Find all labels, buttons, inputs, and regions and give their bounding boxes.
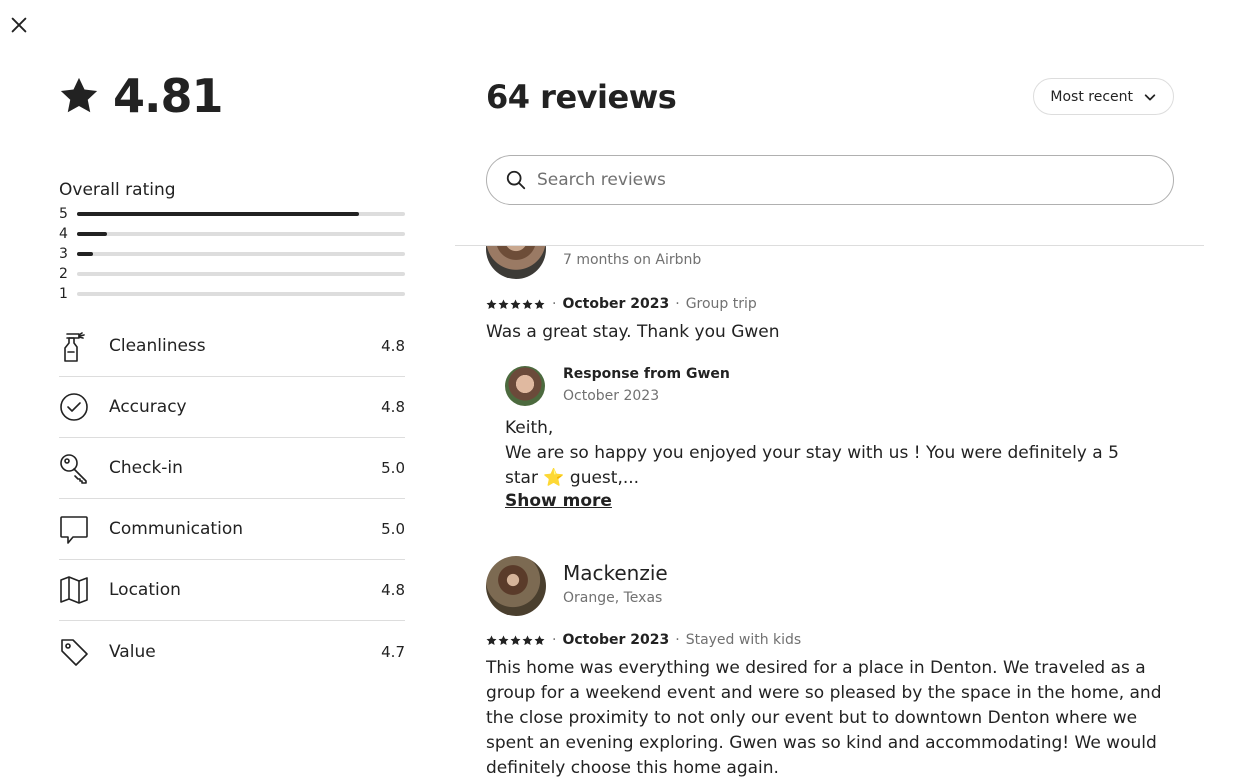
star-icon — [510, 299, 521, 309]
category-label: Communication — [109, 519, 243, 539]
close-icon — [11, 17, 27, 33]
separator-dot: · — [552, 632, 557, 648]
distribution-row: 2 — [59, 264, 405, 284]
review-meta: · October 2023 · Stayed with kids — [486, 632, 801, 648]
close-button[interactable] — [8, 14, 30, 36]
spray-bottle-icon — [59, 329, 89, 363]
host-avatar[interactable] — [505, 366, 545, 406]
chevron-down-icon — [1144, 93, 1156, 100]
distribution-star-count: 5 — [59, 206, 68, 222]
review-date: October 2023 — [562, 632, 670, 648]
review-stars — [486, 299, 546, 310]
star-icon — [486, 635, 497, 645]
category-value: 4.8 — [381, 398, 405, 416]
map-icon — [59, 573, 89, 607]
star-icon — [498, 635, 509, 645]
category-label: Location — [109, 580, 181, 600]
search-box — [486, 155, 1174, 205]
star-icon — [522, 635, 533, 645]
reviews-list[interactable]: 7 months on Airbnb · October 2023 · Grou… — [486, 246, 1204, 784]
review-meta: · October 2023 · Group trip — [486, 296, 757, 312]
category-label: Check-in — [109, 458, 183, 478]
reviewer-name: Mackenzie — [563, 561, 668, 585]
star-icon — [534, 299, 545, 309]
distribution-bar — [77, 212, 405, 216]
rating-summary: 4.81 Overall rating 5 4 3 2 1 Cleanlines… — [59, 70, 405, 682]
distribution-row: 5 — [59, 204, 405, 224]
distribution-row: 3 — [59, 244, 405, 264]
category-ratings: Cleanliness 4.8 Accuracy 4.8 Check-in 5.… — [59, 316, 405, 682]
distribution-star-count: 3 — [59, 246, 68, 262]
avatar[interactable] — [486, 246, 546, 279]
category-label: Cleanliness — [109, 336, 206, 356]
reviewer-location: Orange, Texas — [563, 590, 663, 606]
category-cleanliness: Cleanliness 4.8 — [59, 316, 405, 377]
reviewer-tenure: 7 months on Airbnb — [563, 252, 702, 268]
response-from: Response from Gwen — [563, 366, 730, 382]
review-stars — [486, 635, 546, 646]
response-text: Keith, We are so happy you enjoyed your … — [505, 416, 1145, 491]
category-value: 4.8 — [381, 581, 405, 599]
review-text: Was a great stay. Thank you Gwen — [486, 322, 780, 342]
overall-rating-label: Overall rating — [59, 180, 176, 200]
response-date: October 2023 — [563, 388, 660, 404]
category-communication: Communication 5.0 — [59, 499, 405, 560]
response-body: We are so happy you enjoyed your stay wi… — [505, 443, 1119, 488]
category-label: Value — [109, 641, 156, 662]
reviews-header: 64 reviews Most recent — [486, 76, 1174, 118]
distribution-row: 4 — [59, 224, 405, 244]
review-text: This home was everything we desired for … — [486, 658, 1162, 778]
review-date: October 2023 — [562, 296, 670, 312]
star-icon — [498, 299, 509, 309]
distribution-row: 1 — [59, 284, 405, 304]
distribution-star-count: 4 — [59, 226, 68, 242]
response-greeting: Keith, — [505, 418, 554, 438]
search-icon — [506, 170, 526, 190]
separator-dot: · — [675, 296, 680, 312]
category-accuracy: Accuracy 4.8 — [59, 377, 405, 438]
show-more-link[interactable]: Show more — [505, 491, 612, 511]
trip-type: Stayed with kids — [685, 632, 802, 648]
category-value: 4.8 — [381, 337, 405, 355]
distribution-star-count: 1 — [59, 286, 68, 302]
separator-dot: · — [552, 296, 557, 312]
star-icon — [510, 635, 521, 645]
category-location: Location 4.8 — [59, 560, 405, 621]
category-check-in: Check-in 5.0 — [59, 438, 405, 499]
distribution-bar-fill — [77, 232, 107, 236]
score-value: 4.81 — [113, 69, 223, 123]
category-label: Accuracy — [109, 397, 187, 417]
star-icon — [486, 299, 497, 309]
sort-label: Most recent — [1050, 88, 1133, 105]
distribution-bar — [77, 232, 405, 236]
category-value: 4.7 — [381, 642, 405, 661]
star-icon — [522, 299, 533, 309]
chat-bubble-icon — [59, 512, 89, 546]
star-icon — [59, 76, 99, 116]
check-circle-icon — [59, 390, 89, 424]
key-icon — [59, 451, 89, 485]
distribution-bar-fill — [77, 212, 360, 216]
category-value: Value 4.7 — [59, 621, 405, 682]
distribution-bar — [77, 272, 405, 276]
rating-distribution: 5 4 3 2 1 — [59, 204, 405, 304]
star-icon — [534, 635, 545, 645]
avatar[interactable] — [486, 556, 546, 616]
trip-type: Group trip — [685, 296, 757, 312]
search-input[interactable] — [537, 170, 1173, 190]
tag-icon — [59, 635, 89, 669]
distribution-bar-fill — [77, 252, 94, 256]
sort-dropdown[interactable]: Most recent — [1033, 78, 1174, 115]
distribution-star-count: 2 — [59, 266, 68, 282]
category-value: 5.0 — [381, 520, 405, 538]
overall-score: 4.81 — [59, 70, 405, 122]
separator-dot: · — [675, 632, 680, 648]
distribution-bar — [77, 252, 405, 256]
distribution-bar — [77, 292, 405, 296]
category-value: 5.0 — [381, 459, 405, 477]
